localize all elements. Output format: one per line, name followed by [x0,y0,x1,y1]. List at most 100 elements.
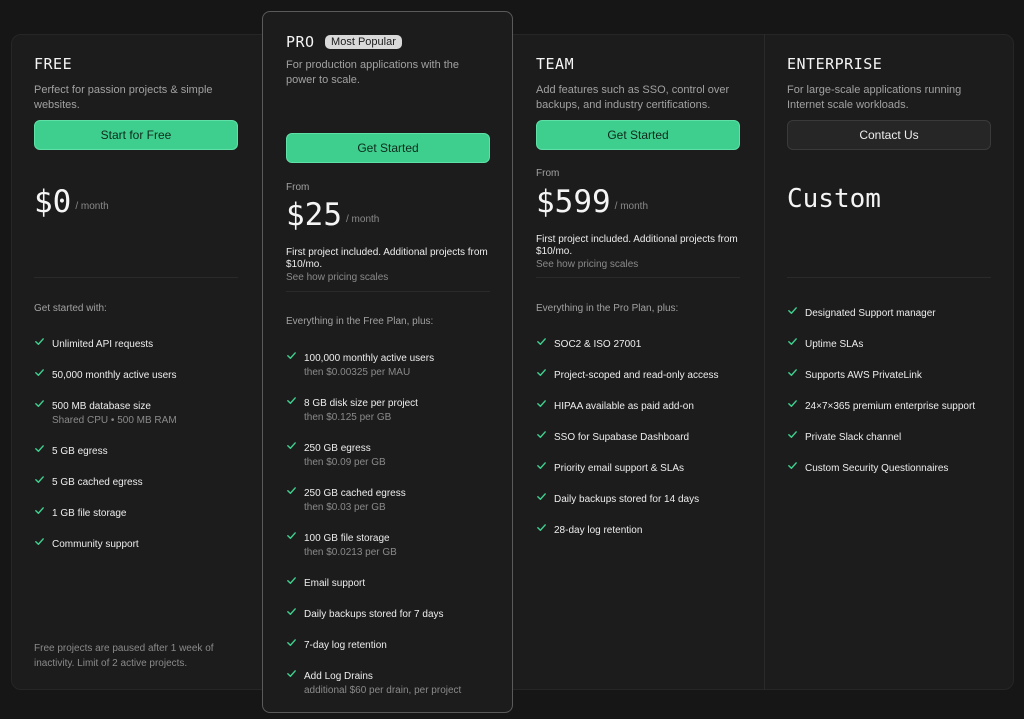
check-icon [34,534,45,545]
price-note: First project included. Additional proje… [536,234,738,257]
feature-content: Project-scoped and read-only access [554,365,719,383]
plan-description: Add features such as SSO, control over b… [536,84,730,111]
feature-text: Priority email support & SLAs [554,463,685,474]
feature-content: 5 GB egress [52,441,108,459]
feature-text: 500 MB database size [52,401,151,412]
feature-list: 100,000 monthly active users then $0.0032… [286,348,501,711]
check-icon [34,472,45,483]
check-icon [34,441,45,452]
feature-content: 100,000 monthly active users then $0.0032… [304,348,434,380]
feature-content: SSO for Supabase Dashboard [554,427,689,445]
feature-content: 250 GB cached egress then $0.03 per GB [304,483,406,515]
feature-item: Uptime SLAs [787,334,1002,352]
check-icon [536,458,547,469]
section-divider [787,277,991,278]
feature-item: 5 GB cached egress [34,472,249,490]
feature-content: Uptime SLAs [805,334,863,352]
feature-text: 250 GB egress [304,443,371,454]
feature-item: SSO for Supabase Dashboard [536,427,751,445]
start-for-free-button[interactable]: Start for Free [34,120,238,150]
section-divider [536,277,740,278]
feature-subtext: then $0.03 per GB [304,502,386,513]
feature-content: 24×7×365 premium enterprise support [805,396,975,414]
feature-content: Designated Support manager [805,303,936,321]
feature-text: Unlimited API requests [52,339,154,350]
feature-item: Designated Support manager [787,303,1002,321]
feature-text: 100,000 monthly active users [304,353,435,364]
plan-title: ENTERPRISE [787,55,883,73]
feature-content: 8 GB disk size per project then $0.125 pe… [304,393,418,425]
feature-content: Supports AWS PrivateLink [805,365,922,383]
feature-item: 5 GB egress [34,441,249,459]
pricing-scales-link[interactable]: See how pricing scales [536,259,638,270]
feature-content: Daily backups stored for 14 days [554,489,699,507]
feature-content: Private Slack channel [805,427,901,445]
get-started-button[interactable]: Get Started [536,120,740,150]
feature-subtext: then $0.0213 per GB [304,547,397,558]
check-icon [286,573,297,584]
price-amount: $599 [536,184,611,220]
feature-list: Designated Support manager Uptime SLAs Sup… [787,303,1002,489]
feature-item: Private Slack channel [787,427,1002,445]
plan-enterprise: ENTERPRISE For large-scale applications … [764,34,1014,690]
price-amount: $25 [286,197,342,233]
feature-item: 100 GB file storage then $0.0213 per GB [286,528,501,560]
feature-text: Add Log Drains [304,671,373,682]
section-divider [286,291,490,292]
check-icon [787,303,798,314]
check-icon [536,427,547,438]
feature-text: 1 GB file storage [52,508,127,519]
feature-text: SSO for Supabase Dashboard [554,432,690,443]
check-icon [787,334,798,345]
feature-content: Community support [52,534,139,552]
check-icon [536,396,547,407]
check-icon [286,666,297,677]
features-heading: Get started with: [34,303,107,314]
price-period: / month [346,214,380,225]
get-started-button[interactable]: Get Started [286,133,490,163]
feature-content: 250 GB egress then $0.09 per GB [304,438,386,470]
plan-title: FREE [34,55,73,73]
feature-item: Project-scoped and read-only access [536,365,751,383]
feature-text: 24×7×365 premium enterprise support [805,401,976,412]
feature-subtext: then $0.09 per GB [304,457,386,468]
price-amount: $0 [34,184,72,220]
feature-text: Designated Support manager [805,308,936,319]
feature-content: Email support [304,573,365,591]
feature-text: Project-scoped and read-only access [554,370,719,381]
feature-item: 28-day log retention [536,520,751,538]
feature-item: Supports AWS PrivateLink [787,365,1002,383]
pricing-scales-link[interactable]: See how pricing scales [286,272,388,283]
feature-text: Daily backups stored for 14 days [554,494,700,505]
feature-text: 100 GB file storage [304,533,390,544]
price-amount: Custom [787,184,881,214]
feature-text: Private Slack channel [805,432,902,443]
feature-text: 28-day log retention [554,525,643,536]
feature-item: 1 GB file storage [34,503,249,521]
feature-item: 100,000 monthly active users then $0.0032… [286,348,501,380]
feature-text: Email support [304,578,366,589]
check-icon [787,365,798,376]
feature-content: Custom Security Questionnaires [805,458,948,476]
features-heading: Everything in the Free Plan, plus: [286,316,434,327]
price-period: / month [614,201,649,212]
feature-text: 250 GB cached egress [304,488,406,499]
feature-content: 50,000 monthly active users [52,365,177,383]
feature-item: Community support [34,534,249,552]
feature-text: Uptime SLAs [805,339,864,350]
feature-text: Daily backups stored for 7 days [304,609,444,620]
feature-item: 50,000 monthly active users [34,365,249,383]
feature-item: 8 GB disk size per project then $0.125 pe… [286,393,501,425]
check-icon [536,520,547,531]
feature-text: Custom Security Questionnaires [805,463,949,474]
contact-us-button[interactable]: Contact Us [787,120,991,150]
feature-list: Unlimited API requests 50,000 monthly act… [34,334,249,565]
feature-content: 28-day log retention [554,520,642,538]
check-icon [34,396,45,407]
feature-list: SOC2 & ISO 27001 Project-scoped and read-… [536,334,751,551]
check-icon [787,458,798,469]
feature-text: 50,000 monthly active users [52,370,177,381]
check-icon [34,334,45,345]
plan-title: PRO [286,33,315,51]
plan-description: For large-scale applications running Int… [787,84,962,111]
